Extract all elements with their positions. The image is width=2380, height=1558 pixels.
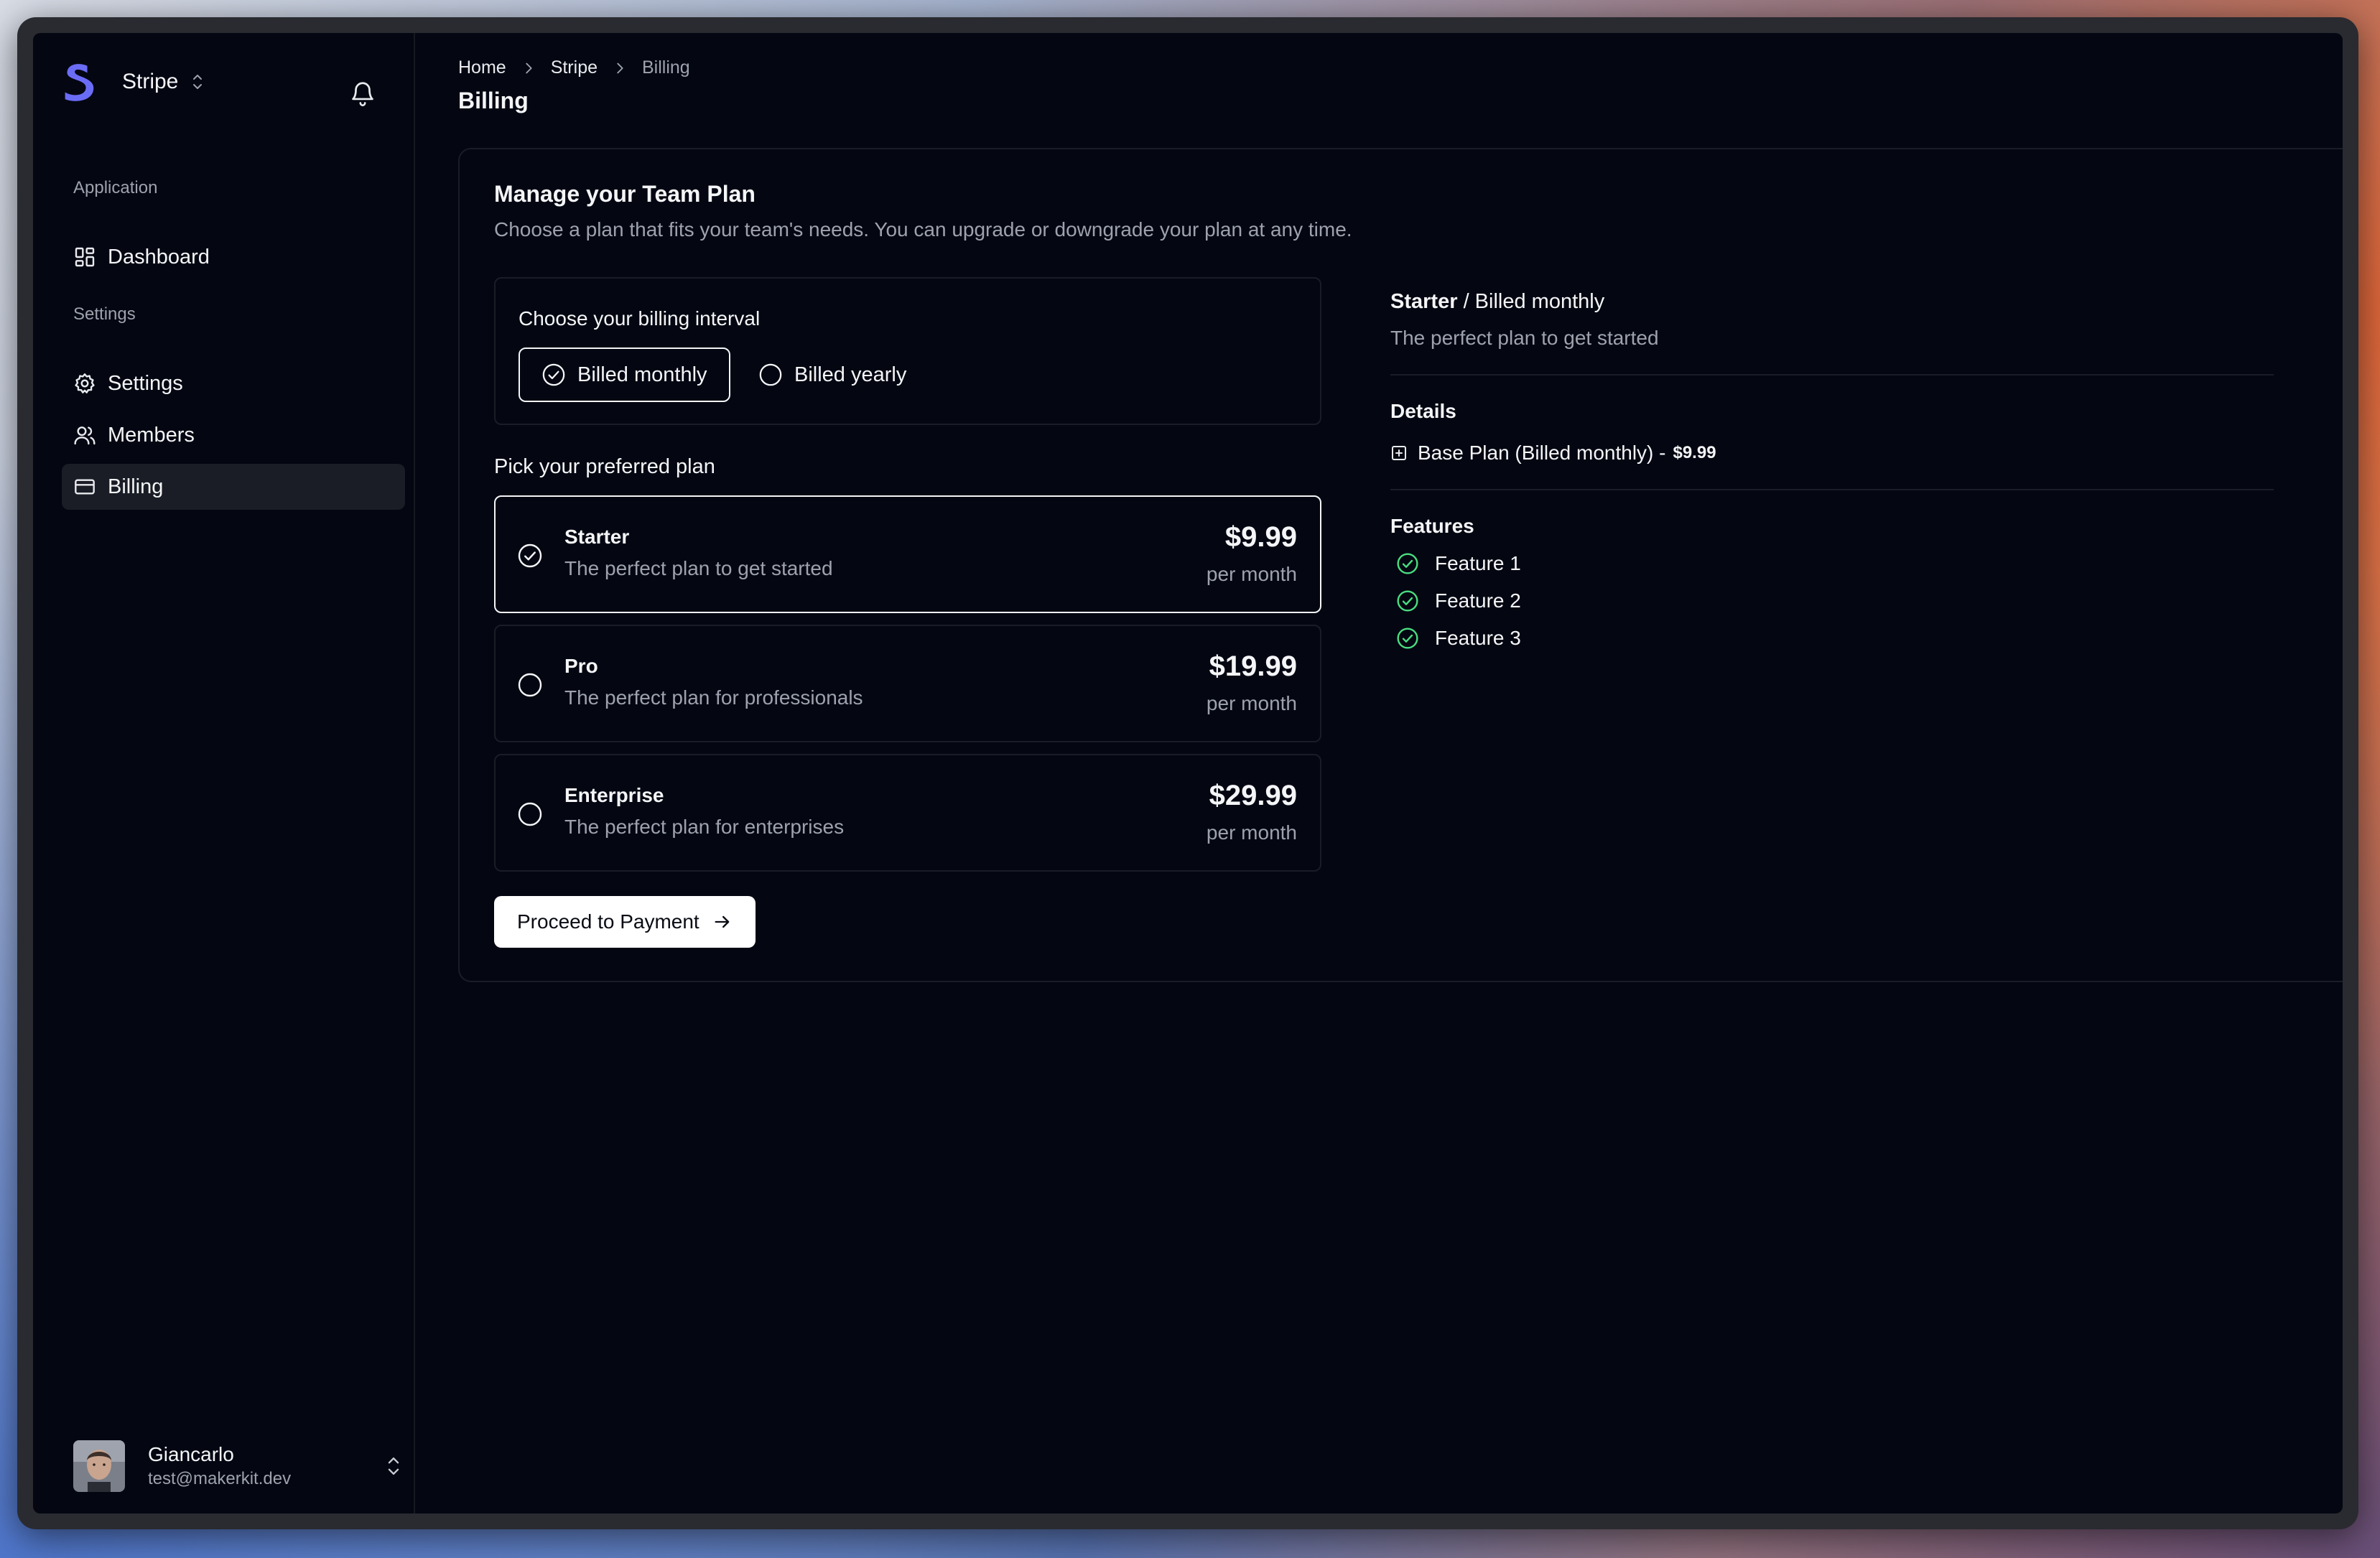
feature-item: Feature 3 [1390, 627, 2274, 650]
billing-interval-group: Choose your billing interval Billed mont… [494, 277, 1321, 425]
plan-name: Enterprise [564, 784, 664, 806]
check-circle-icon [542, 363, 565, 386]
feature-label: Feature 2 [1435, 589, 1521, 612]
radio-circle-icon [518, 802, 542, 826]
billing-interval-label: Choose your billing interval [519, 307, 761, 330]
feature-label: Feature 1 [1435, 552, 1521, 574]
sidebar-item-label: Billing [108, 475, 164, 498]
chevron-right-icon [526, 62, 532, 73]
plan-price: $19.99 [1209, 650, 1297, 682]
plan-summary: Starter / Billed monthly The perfect pla… [1390, 290, 2274, 650]
sidebar: Stripe Application Dashboard Settings Se… [33, 33, 415, 1513]
card-title: Manage your Team Plan [494, 181, 756, 207]
chevrons-up-down-icon [193, 75, 203, 89]
divider [1390, 374, 2274, 375]
check-circle-icon [1397, 553, 1418, 574]
plan-option-starter[interactable]: Starter The perfect plan to get started … [494, 495, 1321, 613]
plan-price: $9.99 [1224, 521, 1297, 553]
breadcrumb-current: Billing [642, 57, 690, 78]
plan-option-pro[interactable]: Pro The perfect plan for professionals $… [494, 625, 1321, 742]
plan-name: Pro [564, 655, 598, 677]
proceed-to-payment-button[interactable]: Proceed to Payment [494, 896, 756, 948]
sidebar-item-settings[interactable]: Settings [62, 360, 405, 406]
user-menu[interactable]: Giancarlo test@makerkit.dev [73, 1439, 404, 1493]
summary-title: Starter / Billed monthly [1390, 290, 2274, 314]
users-icon [74, 426, 96, 445]
section-label-application: Application [73, 178, 158, 197]
avatar [73, 1440, 125, 1492]
billing-card: Manage your Team Plan Choose a plan that… [458, 148, 2343, 982]
detail-price: $9.99 [1673, 443, 1716, 462]
org-name: Stripe [122, 70, 179, 93]
summary-interval: / Billed monthly [1463, 290, 1605, 313]
plan-period: per month [1206, 563, 1297, 585]
plan-option-enterprise[interactable]: Enterprise The perfect plan for enterpri… [494, 754, 1321, 872]
app-window: Stripe Application Dashboard Settings Se… [17, 17, 2358, 1529]
plan-name: Starter [564, 526, 630, 548]
plus-square-icon [1392, 446, 1406, 460]
credit-card-icon [75, 479, 95, 495]
interval-option-label: Billed monthly [577, 363, 707, 386]
features-heading: Features [1390, 515, 1474, 537]
plan-price: $29.99 [1209, 780, 1297, 811]
sidebar-item-dashboard[interactable]: Dashboard [62, 234, 405, 280]
proceed-label: Proceed to Payment [517, 910, 699, 933]
interval-option-monthly[interactable]: Billed monthly [519, 347, 730, 402]
section-label-settings: Settings [73, 304, 136, 324]
pick-plan-label: Pick your preferred plan [494, 455, 715, 478]
org-switcher[interactable]: Stripe [59, 60, 205, 103]
summary-subtitle: The perfect plan to get started [1390, 327, 1659, 349]
bell-icon[interactable] [349, 79, 376, 108]
gear-icon [75, 373, 95, 393]
page-title: Billing [458, 88, 529, 113]
chevrons-up-down-icon [388, 1457, 399, 1475]
plan-period: per month [1206, 821, 1297, 844]
breadcrumb-org[interactable]: Stripe [551, 57, 598, 78]
radio-circle-icon [518, 673, 542, 697]
sidebar-item-billing[interactable]: Billing [62, 464, 405, 510]
sidebar-item-label: Members [108, 423, 195, 447]
chevron-right-icon [617, 62, 623, 73]
detail-line-item: Base Plan (Billed monthly) - $9.99 [1390, 442, 2274, 465]
check-circle-icon [1397, 590, 1418, 612]
sidebar-item-label: Dashboard [108, 245, 210, 269]
main-content: Home Stripe Billing Billing Manage your … [415, 33, 2343, 1513]
dashboard-icon [75, 247, 95, 267]
user-name: Giancarlo [148, 1443, 234, 1465]
app-screen: Stripe Application Dashboard Settings Se… [33, 33, 2343, 1513]
feature-item: Feature 1 [1390, 552, 2274, 575]
stripe-logo-icon [65, 64, 94, 101]
detail-label: Base Plan (Billed monthly) - [1418, 442, 1666, 464]
check-circle-icon [518, 544, 542, 568]
interval-option-label: Billed yearly [794, 363, 907, 386]
sidebar-item-label: Settings [108, 371, 183, 395]
divider [1390, 489, 2274, 490]
sidebar-item-members[interactable]: Members [62, 412, 405, 458]
plan-description: The perfect plan for professionals [564, 686, 863, 709]
radio-circle-icon [759, 363, 782, 386]
arrow-right-icon [715, 915, 730, 928]
interval-option-yearly[interactable]: Billed yearly [737, 347, 928, 402]
breadcrumb-home[interactable]: Home [458, 57, 506, 78]
check-circle-icon [1397, 628, 1418, 649]
details-heading: Details [1390, 400, 1456, 422]
plan-description: The perfect plan for enterprises [564, 816, 845, 838]
card-description: Choose a plan that fits your team's need… [494, 218, 1352, 241]
feature-label: Feature 3 [1435, 627, 1521, 649]
feature-item: Feature 2 [1390, 589, 2274, 612]
user-email: test@makerkit.dev [148, 1469, 292, 1488]
breadcrumb: Home Stripe Billing [458, 57, 690, 78]
plan-description: The perfect plan to get started [564, 557, 833, 579]
plan-period: per month [1206, 692, 1297, 714]
summary-plan-name: Starter [1390, 290, 1458, 313]
